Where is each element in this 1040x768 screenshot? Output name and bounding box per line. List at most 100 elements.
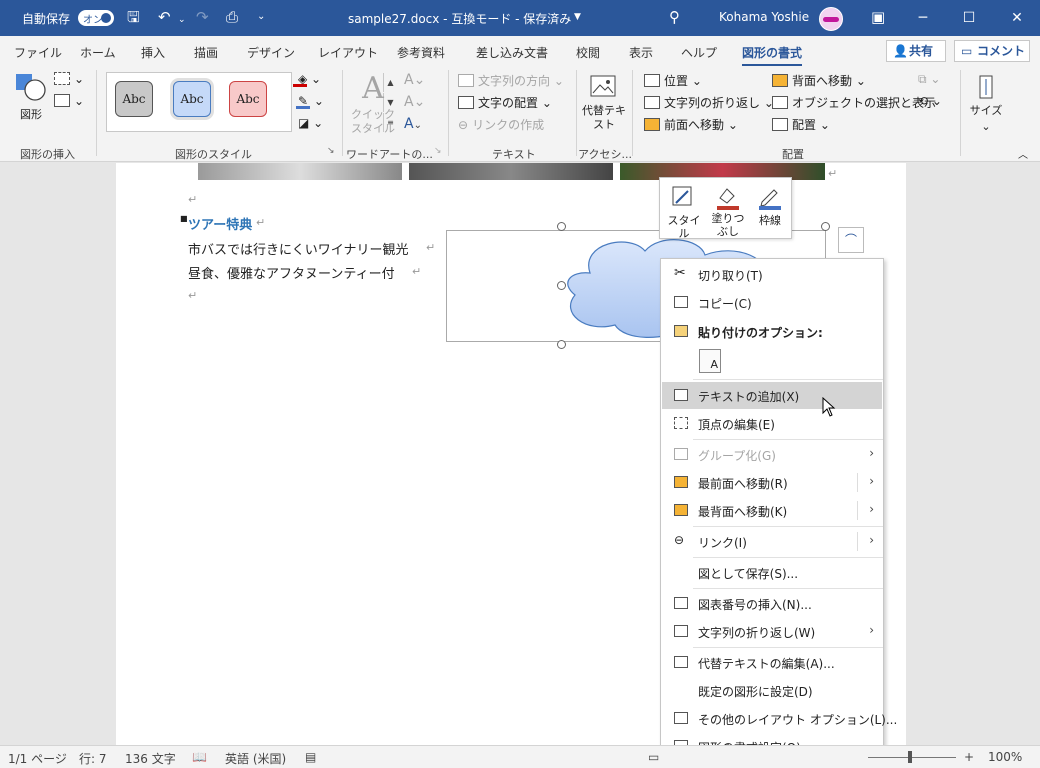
submenu-arrow-icon[interactable]: › (869, 502, 874, 516)
zoom-level[interactable]: 100% (988, 750, 1022, 764)
menu-more-layout-options[interactable]: その他のレイアウト オプション(L)... (662, 705, 897, 732)
shape-fill-icon[interactable]: ◈ ⌄ (293, 72, 321, 87)
menu-wrap-text[interactable]: 文字列の折り返し(W) › (662, 618, 882, 645)
layout-options-icon[interactable]: ⌒ (838, 227, 864, 253)
mini-style-button[interactable]: スタイル (664, 182, 704, 240)
tab-insert[interactable]: 挿入 (141, 44, 165, 61)
photo-fountain[interactable] (409, 163, 613, 180)
tab-design[interactable]: デザイン (247, 44, 295, 61)
size-button[interactable]: サイズ ⌄ (966, 72, 1006, 142)
menu-add-text[interactable]: テキストの追加(X) (662, 382, 882, 409)
focus-mode-icon[interactable]: ▭ (648, 750, 659, 764)
bring-forward-button[interactable]: 前面へ移動 ⌄ (644, 116, 738, 133)
group-separator (96, 70, 97, 156)
paste-keep-text-icon[interactable]: A (699, 349, 721, 373)
close-button[interactable]: ✕ (994, 0, 1040, 36)
title-dropdown-icon[interactable]: ▼ (574, 12, 581, 22)
style-launcher-icon[interactable]: ↘ (327, 146, 335, 156)
submenu-arrow-icon[interactable]: › (869, 474, 874, 488)
text-group-label: テキスト (492, 148, 536, 161)
comment-icon: ▭ (961, 44, 973, 58)
textbox-icon[interactable]: ⌄ (54, 94, 84, 108)
customize-qat-icon[interactable]: ⌄ (257, 8, 265, 26)
avatar[interactable] (819, 7, 843, 31)
save-icon[interactable]: 🖫 (127, 8, 140, 26)
shapes-button[interactable]: 図形 (14, 72, 50, 134)
maximize-button[interactable]: ☐ (946, 0, 992, 36)
style-blue[interactable]: Abc (173, 81, 211, 117)
menu-insert-caption[interactable]: 図表番号の挿入(N)... (662, 590, 882, 617)
alt-text-button[interactable]: 代替テキ スト (582, 72, 626, 142)
rotate-icon[interactable]: ⟲ ⌄ (918, 94, 942, 108)
mouse-cursor-icon (822, 397, 836, 417)
document-title: sample27.docx - 互換モード - 保存済み (348, 12, 572, 26)
tab-mailings[interactable]: 差し込み文書 (476, 44, 548, 61)
edit-shape-icon[interactable]: ⌄ (54, 72, 84, 86)
paragraph-mark: ↵ (426, 241, 436, 254)
collapse-ribbon-icon[interactable]: ︿ (1018, 146, 1028, 161)
menu-bring-to-front[interactable]: 最前面へ移動(R) › (662, 469, 882, 496)
zoom-slider[interactable] (868, 757, 956, 758)
style-red[interactable]: Abc (229, 81, 267, 117)
menu-send-to-back[interactable]: 最背面へ移動(K) › (662, 497, 882, 524)
share-button[interactable]: 👤 共有 (886, 40, 946, 62)
menu-link[interactable]: ⊖ リンク(I) › (662, 528, 882, 555)
undo-dropdown-icon[interactable]: ⌄ (178, 11, 186, 29)
resize-handle-tr[interactable] (821, 222, 830, 231)
submenu-arrow-icon[interactable]: › (869, 533, 874, 547)
ribbon-display-icon[interactable]: ▣ (871, 8, 885, 26)
menu-save-as-picture[interactable]: 図として保存(S)... (662, 559, 882, 586)
shape-style-gallery[interactable]: Abc Abc Abc ▲ ▼ ≡ (106, 72, 394, 132)
mini-fill-button[interactable]: 塗りつ ぶし (708, 182, 748, 238)
menu-cut[interactable]: ✂ 切り取り(T) (662, 261, 882, 288)
link-icon: ⊖ (458, 118, 469, 132)
tab-help[interactable]: ヘルプ (681, 44, 717, 61)
menu-edit-points[interactable]: 頂点の編集(E) (662, 410, 882, 437)
textbox-icon (674, 389, 688, 401)
paragraph-mark: ↵ (188, 193, 198, 206)
zoom-slider-thumb[interactable] (908, 751, 912, 763)
quick-print-icon[interactable]: ⎙ (226, 8, 238, 26)
autosave-toggle[interactable]: オン (78, 10, 114, 26)
tab-review[interactable]: 校閲 (576, 44, 600, 61)
send-backward-button[interactable]: 背面へ移動 ⌄ (772, 72, 866, 89)
search-icon[interactable]: ⚲ (669, 8, 680, 26)
alt-text-icon (590, 75, 616, 97)
tab-shape-format[interactable]: 図形の書式 (742, 44, 803, 67)
resize-handle-ml[interactable] (557, 281, 566, 290)
toggle-knob (101, 13, 111, 23)
tab-view[interactable]: 表示 (629, 44, 653, 61)
menu-set-default-shape[interactable]: 既定の図形に設定(D) (662, 677, 882, 704)
zoom-in-icon[interactable]: + (964, 750, 974, 764)
tab-home[interactable]: ホーム (80, 44, 116, 61)
undo-icon[interactable]: ↶ (158, 8, 171, 26)
text-align-button[interactable]: 文字の配置 ⌄ (458, 94, 552, 111)
comment-button[interactable]: ▭ コメント (954, 40, 1030, 62)
shape-outline-icon[interactable]: ✎ ⌄ (296, 94, 324, 109)
menu-edit-alt-text[interactable]: 代替テキストの編集(A)... (662, 649, 882, 676)
proofing-icon[interactable]: 📖 (192, 750, 207, 764)
tab-layout[interactable]: レイアウト (318, 44, 378, 61)
photo-street[interactable] (198, 163, 402, 180)
tab-file[interactable]: ファイル (14, 44, 62, 61)
word-count[interactable]: 136 文字 (125, 750, 176, 767)
style-gray[interactable]: Abc (115, 81, 153, 117)
language[interactable]: 英語 (米国) (225, 750, 286, 767)
selection-pane-icon (772, 96, 788, 109)
mini-outline-button[interactable]: 枠線 (750, 182, 790, 238)
resize-handle-tl[interactable] (557, 222, 566, 231)
position-button[interactable]: 位置 ⌄ (644, 72, 702, 89)
tab-draw[interactable]: 描画 (194, 44, 218, 61)
wrap-text-button[interactable]: 文字列の折り返し ⌄ (644, 94, 774, 111)
page-count[interactable]: 1/1 ページ (8, 750, 67, 767)
tab-references[interactable]: 参考資料 (397, 44, 445, 61)
selection-pane-button[interactable]: オブジェクトの選択と表示 (772, 94, 936, 111)
user-name[interactable]: Kohama Yoshie (719, 10, 809, 24)
text-effects-icon[interactable]: A⌄ (404, 116, 422, 132)
shape-effects-icon[interactable]: ◪ ⌄ (298, 116, 323, 130)
align-button[interactable]: 配置 ⌄ (772, 116, 830, 133)
menu-copy[interactable]: コピー(C) (662, 289, 882, 316)
minimize-button[interactable]: ─ (900, 0, 946, 36)
macro-icon[interactable]: ▤ (305, 750, 316, 764)
resize-handle-bl[interactable] (557, 340, 566, 349)
